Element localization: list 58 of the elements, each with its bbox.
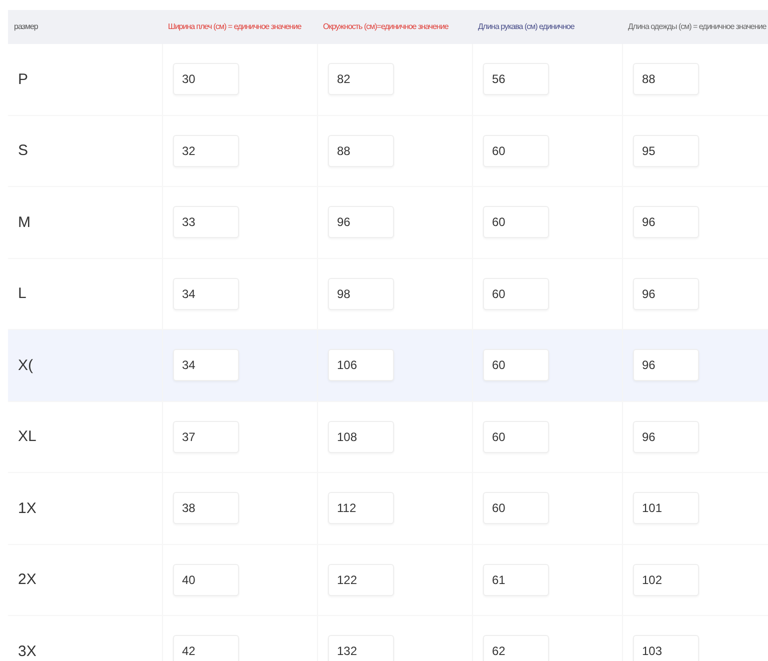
table-row[interactable]: 1X 38 112 60 101 [8,473,768,544]
value-field: 88 [328,134,394,167]
value-field: 60 [483,492,549,524]
value-field: 37 [173,420,239,453]
value-field: 96 [328,206,394,238]
value-field: 132 [328,635,394,661]
table-row[interactable]: S 32 88 60 95 [8,116,768,187]
value-field: 101 [633,492,699,524]
value-field: 82 [328,63,394,96]
size-label: P [17,70,30,88]
value-field: 34 [173,349,239,382]
table-row[interactable]: 2X 40 122 61 102 [8,544,768,616]
size-label: 2X [17,571,38,588]
value-field: 106 [328,349,394,382]
size-label: L [17,285,28,302]
value-field: 38 [173,492,239,524]
column-header: размер [13,22,38,32]
table-row[interactable]: P 30 82 56 88 [8,44,768,116]
value-field: 96 [633,206,699,238]
value-field: 60 [483,134,549,167]
value-field: 34 [173,278,239,310]
value-field: 42 [173,635,239,661]
table-row[interactable]: X( 34 106 60 96 [8,330,768,402]
value-field: 96 [633,278,699,310]
size-label: S [17,142,30,160]
size-label: 3X [17,642,38,660]
column-header: Длина рукава (см) единичное [477,22,574,32]
column-header: Длина одежды (см) = единичное значение [627,22,766,32]
size-label: XL [17,428,38,446]
value-field: 96 [633,420,699,453]
value-field: 30 [173,63,239,96]
size-label: 1X [17,500,38,517]
value-field: 56 [483,63,549,96]
value-field: 88 [633,63,699,96]
value-field: 32 [173,134,239,167]
value-field: 96 [633,349,699,382]
value-field: 122 [328,564,394,596]
value-field: 60 [483,420,549,453]
value-field: 62 [483,635,549,661]
value-field: 40 [173,564,239,596]
column-header: Ширина плеч (см) = единичное значение [167,22,302,32]
size-label: M [17,214,32,231]
value-field: 102 [633,564,699,596]
value-field: 60 [483,349,549,382]
value-field: 33 [173,206,239,238]
table-row[interactable]: M 33 96 60 96 [8,187,768,258]
value-field: 108 [328,420,394,453]
value-field: 61 [483,564,549,596]
value-field: 98 [328,278,394,310]
column-header: Окружность (см)=единичное значение [322,22,448,32]
value-field: 103 [633,635,699,661]
size-label: X( [17,356,34,374]
value-field: 60 [483,278,549,310]
table-row[interactable]: XL 37 108 60 96 [8,402,768,473]
table-row[interactable]: L 34 98 60 96 [8,258,768,330]
value-field: 112 [328,492,394,524]
value-field: 95 [633,134,699,167]
value-field: 60 [483,206,549,238]
